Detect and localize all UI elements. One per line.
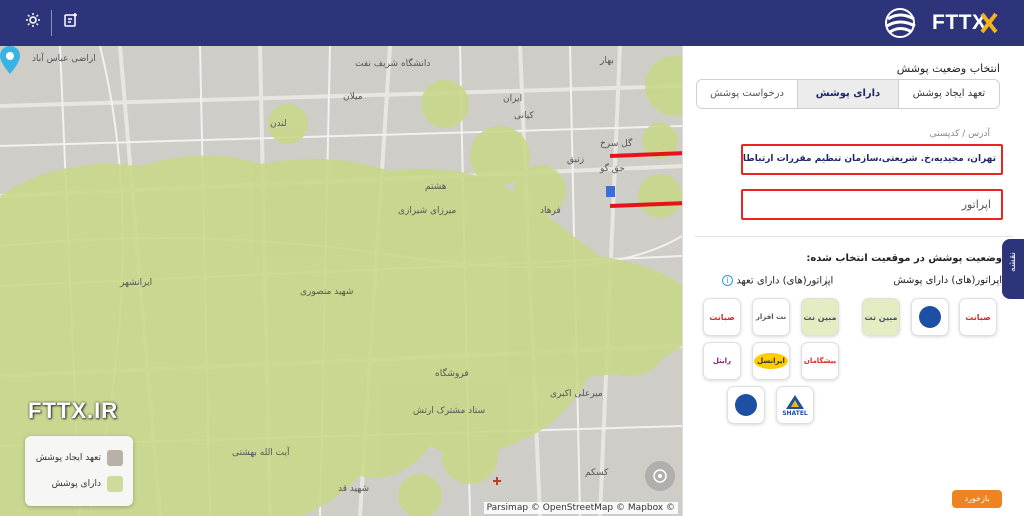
map-label: هشتم: [425, 182, 447, 192]
shatel-logo-text: SHATEL: [782, 409, 808, 417]
map-label: ستاد مشترک ارتش: [413, 406, 486, 416]
watermark-text: FTTX.IR: [28, 398, 119, 423]
legend-label: دارای پوشش: [51, 479, 101, 489]
map-label: زنبق: [567, 155, 585, 165]
logo-text: FTTX: [932, 11, 987, 34]
mokhaberat-logo-icon: [735, 394, 757, 416]
section-title: انتخاب وضعیت پوشش: [896, 62, 1000, 75]
legend-item-covered: دارای پوشش: [52, 476, 123, 492]
map-label: کیانی: [514, 111, 534, 121]
netafzar-logo-icon: نت افزار: [755, 313, 787, 321]
committed-heading-wrap: اپراتور(های) دارای تعهد i: [719, 275, 833, 287]
coverage-panel: انتخاب وضعیت پوشش تعهد ایجاد پوشش دارای …: [682, 46, 1024, 516]
map-label: اراضی عباس آباد: [32, 54, 96, 64]
info-icon[interactable]: i: [722, 275, 733, 286]
map-label: میرزای شیرازی: [398, 206, 457, 216]
map-side-tab[interactable]: نقشه: [1002, 239, 1024, 299]
operator-mokhaberat-committed[interactable]: [727, 386, 765, 424]
map-label: لندن: [270, 119, 287, 129]
fttx-globe-icon: [885, 8, 916, 38]
covered-heading: اپراتور(های) دارای پوشش: [893, 275, 1002, 286]
map-label: میلان: [343, 92, 363, 102]
coverage-tabs: تعهد ایجاد پوشش دارای پوشش درخواست پوشش: [696, 79, 1000, 109]
mokhaberat-logo-icon: [919, 306, 941, 328]
pishgaman-logo-icon: پیشگامان: [803, 357, 837, 365]
top-bar: FTTX: [0, 0, 1024, 46]
sabanet-logo-icon: صبانت: [965, 312, 991, 322]
map-attribution[interactable]: Parsimap © OpenStreetMap © Mapbox ©: [483, 502, 678, 514]
tab-covered[interactable]: دارای پوشش: [797, 80, 898, 108]
add-note-icon[interactable]: [60, 12, 82, 34]
sabanet-logo-icon: صبانت: [709, 312, 735, 322]
logo-x-accent-icon: [980, 12, 998, 34]
map-label: فروشگاه: [435, 369, 469, 379]
feedback-button[interactable]: بازخورد: [952, 490, 1002, 508]
fttx-logo[interactable]: FTTX: [882, 5, 1002, 41]
operator-shatel[interactable]: SHATEL: [776, 386, 814, 424]
status-title: وضعیت پوشش در موقعیت انتخاب شده:: [806, 253, 1002, 264]
mobinnet-logo-icon: مبین نت: [803, 312, 837, 322]
feedback-label: بازخورد: [964, 494, 990, 503]
map-label: فرهاد: [540, 206, 561, 216]
legend-swatch: [107, 476, 123, 492]
operator-irancell[interactable]: ایرانسل: [752, 342, 790, 380]
operator-mokhaberat[interactable]: [911, 298, 949, 336]
operator-select[interactable]: اپراتور: [741, 189, 1003, 220]
rightel-logo-icon: رایتل: [712, 357, 732, 365]
operator-mobinnet[interactable]: مبین نت: [862, 298, 900, 336]
map-label: ایران: [503, 94, 523, 104]
toolbar-divider: [51, 10, 52, 36]
locate-button[interactable]: [645, 461, 675, 491]
shatel-logo-icon: [786, 394, 804, 409]
legend-swatch: [107, 450, 123, 466]
operator-netafzar[interactable]: نت افزار: [752, 298, 790, 336]
tab-committed[interactable]: تعهد ایجاد پوشش: [898, 80, 999, 108]
map-label: میرعلی اکبری: [550, 389, 603, 399]
map-legend: تعهد ایجاد پوشش دارای پوشش: [25, 436, 133, 506]
crosshair-icon: [653, 469, 667, 483]
map-label: آیت الله بهشتی: [232, 448, 290, 458]
operator-sabanet-committed[interactable]: صبانت: [703, 298, 741, 336]
coverage-map[interactable]: اراضی عباس آباد دانشگاه شریف نفت میلان ا…: [0, 46, 682, 516]
mobinnet-logo-icon: مبین نت: [864, 312, 898, 322]
divider: [695, 236, 1013, 237]
map-label: شهید قد: [338, 484, 370, 494]
settings-icon[interactable]: [22, 12, 44, 34]
legend-label: تعهد ایجاد پوشش: [35, 453, 101, 463]
irancell-logo-icon: ایرانسل: [754, 353, 788, 369]
map-label: شهید منصوری: [300, 287, 354, 297]
operator-sabanet[interactable]: صبانت: [959, 298, 997, 336]
operator-pishgaman[interactable]: پیشگامان: [801, 342, 839, 380]
operator-mobinnet-committed[interactable]: مبین نت: [801, 298, 839, 336]
tab-request[interactable]: درخواست پوشش: [697, 80, 797, 108]
map-label: ایرانشهر: [120, 278, 153, 288]
side-tab-label: نقشه: [1008, 252, 1018, 272]
map-label: کسکم: [585, 468, 609, 478]
committed-heading: اپراتور(های) دارای تعهد: [736, 275, 834, 287]
map-label: بهار: [600, 56, 614, 66]
operator-rightel[interactable]: رایتل: [703, 342, 741, 380]
map-label: دانشگاه شریف نفت: [355, 59, 431, 69]
address-label: آدرس / کدپستی: [929, 129, 990, 139]
location-pin-icon[interactable]: [0, 46, 20, 74]
address-input[interactable]: تهران، مجیدیه،خ. شریعتی،سازمان تنظیم مقر…: [741, 144, 1003, 175]
legend-item-committed: تعهد ایجاد پوشش: [36, 450, 123, 466]
